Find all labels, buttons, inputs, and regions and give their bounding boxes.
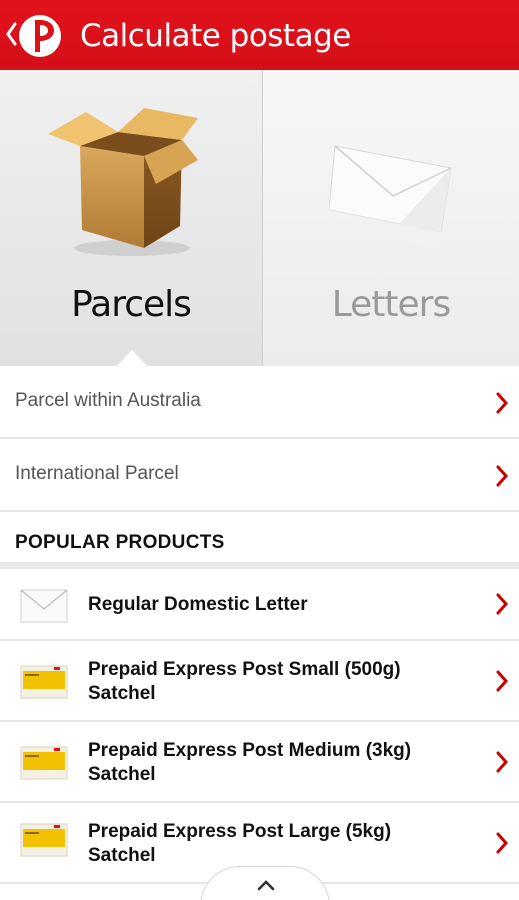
- australia-post-logo[interactable]: [18, 14, 62, 58]
- tab-parcels-label: Parcels: [71, 284, 192, 325]
- tab-letters[interactable]: Letters: [263, 70, 519, 366]
- product-label: Regular Domestic Letter: [88, 594, 308, 615]
- option-parcel-within-australia[interactable]: Parcel within Australia: [0, 366, 519, 439]
- chevron-right-icon: [496, 392, 509, 414]
- express-post-satchel-icon: [20, 746, 68, 780]
- product-regular-domestic-letter[interactable]: Regular Domestic Letter: [0, 569, 519, 641]
- section-title: POPULAR PRODUCTS: [15, 532, 225, 553]
- express-post-satchel-icon: [20, 665, 68, 699]
- product-express-post-medium[interactable]: Prepaid Express Post Medium (3kg) Satche…: [0, 722, 519, 803]
- chevron-right-icon: [496, 751, 509, 773]
- option-label: International Parcel: [15, 463, 179, 484]
- chevron-right-icon: [496, 593, 509, 615]
- selected-tab-pointer: [116, 350, 148, 367]
- tab-letters-label: Letters: [331, 284, 452, 325]
- option-label: Parcel within Australia: [15, 390, 201, 411]
- express-post-satchel-icon: [20, 823, 68, 857]
- chevron-right-icon: [496, 670, 509, 692]
- product-label-line2: Satchel: [88, 845, 156, 866]
- product-label: Prepaid Express Post Small (500g): [88, 659, 401, 680]
- page-title: Calculate postage: [80, 18, 351, 54]
- section-divider: [0, 562, 519, 569]
- option-international-parcel[interactable]: International Parcel: [0, 439, 519, 512]
- envelope-icon: [20, 589, 68, 623]
- envelope-icon: [329, 145, 452, 248]
- chevron-right-icon: [496, 832, 509, 854]
- category-tabs: Parcels Letters: [0, 70, 519, 366]
- parcel-box-icon: [48, 108, 198, 256]
- drawer-handle[interactable]: [200, 866, 330, 900]
- product-express-post-small[interactable]: Prepaid Express Post Small (500g) Satche…: [0, 641, 519, 722]
- product-label: Prepaid Express Post Large (5kg): [88, 821, 392, 842]
- product-label: Prepaid Express Post Medium (3kg): [88, 740, 412, 761]
- app-header: Calculate postage: [0, 0, 519, 70]
- chevron-up-icon: [257, 880, 275, 891]
- popular-products-header: POPULAR PRODUCTS: [0, 514, 519, 564]
- tab-parcels[interactable]: Parcels: [0, 70, 263, 366]
- product-label-line2: Satchel: [88, 764, 156, 785]
- chevron-right-icon: [496, 465, 509, 487]
- chevron-left-icon[interactable]: [4, 20, 18, 48]
- product-label-line2: Satchel: [88, 683, 156, 704]
